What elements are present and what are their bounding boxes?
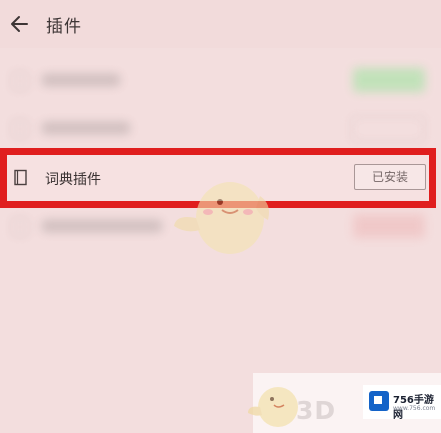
blurred-button [351,116,425,142]
blurred-text [42,122,130,134]
brand-logo-icon [369,391,389,411]
watermark-url: www.756.com [393,405,436,412]
top-bar: 插件 [0,0,441,48]
back-arrow-icon[interactable] [9,13,31,35]
plugin-icon [12,72,28,90]
blurred-button [353,68,425,92]
blurred-text [42,74,120,86]
mascot-watermark-icon [168,168,276,260]
watermark-logo: 756手游网 www.756.com [363,385,441,421]
blurred-text [42,220,162,232]
plugin-icon [12,218,28,236]
plugin-icon [12,120,28,138]
blurred-row [0,108,441,148]
watermark-3d-text: 3D [296,396,337,425]
blurred-row [0,60,441,100]
blurred-button [353,214,425,238]
page-title: 插件 [46,17,82,37]
